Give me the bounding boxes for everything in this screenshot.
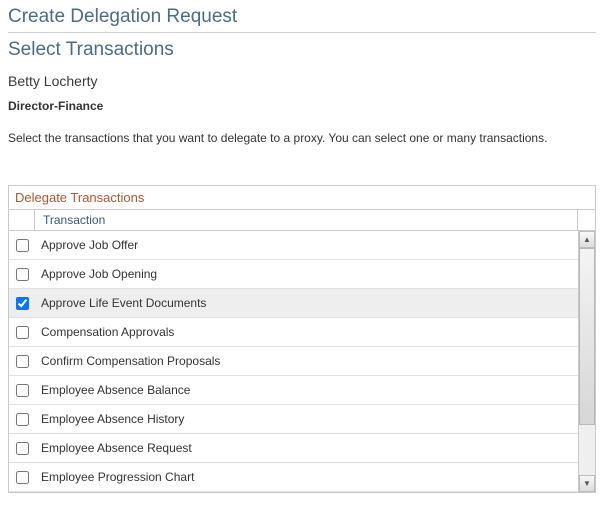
transaction-checkbox[interactable] (16, 355, 29, 368)
table-row: Approve Job Offer (9, 231, 578, 260)
table-row: Confirm Compensation Proposals (9, 347, 578, 376)
scrollbar[interactable]: ▲ ▼ (578, 231, 595, 492)
transaction-checkbox[interactable] (16, 239, 29, 252)
instructions-text: Select the transactions that you want to… (8, 131, 596, 145)
grid-header-checkbox-col (9, 210, 35, 230)
row-checkbox-cell (9, 268, 35, 281)
row-checkbox-cell (9, 355, 35, 368)
table-row: Compensation Approvals (9, 318, 578, 347)
transaction-checkbox[interactable] (16, 384, 29, 397)
table-row: Employee Progression Chart (9, 463, 578, 492)
row-checkbox-cell (9, 413, 35, 426)
grid-header-scroll-col (578, 210, 595, 230)
delegate-transactions-grid: Delegate Transactions Transaction Approv… (8, 185, 596, 493)
transaction-label: Approve Life Event Documents (35, 296, 578, 310)
page-title: Create Delegation Request (8, 6, 596, 28)
scroll-thumb[interactable] (579, 248, 595, 425)
table-row: Employee Absence Balance (9, 376, 578, 405)
transaction-label: Employee Absence Balance (35, 383, 578, 397)
divider (8, 32, 596, 33)
transaction-label: Confirm Compensation Proposals (35, 354, 578, 368)
user-name: Betty Locherty (8, 73, 596, 89)
row-checkbox-cell (9, 239, 35, 252)
row-checkbox-cell (9, 384, 35, 397)
transaction-label: Employee Absence Request (35, 441, 578, 455)
transaction-checkbox[interactable] (16, 413, 29, 426)
row-checkbox-cell (9, 326, 35, 339)
transaction-label: Approve Job Offer (35, 238, 578, 252)
scroll-up-button[interactable]: ▲ (579, 231, 595, 248)
transaction-checkbox[interactable] (16, 326, 29, 339)
transaction-checkbox[interactable] (16, 442, 29, 455)
table-row: Employee Absence History (9, 405, 578, 434)
transaction-label: Approve Job Opening (35, 267, 578, 281)
transaction-label: Compensation Approvals (35, 325, 578, 339)
user-role: Director-Finance (8, 99, 596, 113)
scroll-track[interactable] (579, 248, 595, 475)
transaction-checkbox[interactable] (16, 297, 29, 310)
transaction-checkbox[interactable] (16, 268, 29, 281)
grid-header-row: Transaction (9, 209, 595, 231)
row-checkbox-cell (9, 297, 35, 310)
row-checkbox-cell (9, 471, 35, 484)
transaction-checkbox[interactable] (16, 471, 29, 484)
page-subtitle: Select Transactions (8, 39, 596, 61)
row-checkbox-cell (9, 442, 35, 455)
grid-caption: Delegate Transactions (9, 186, 595, 209)
transaction-label: Employee Progression Chart (35, 470, 578, 484)
grid-header-transaction[interactable]: Transaction (35, 210, 578, 230)
table-row: Approve Life Event Documents (9, 289, 578, 318)
table-row: Approve Job Opening (9, 260, 578, 289)
scroll-down-button[interactable]: ▼ (579, 475, 595, 492)
table-row: Employee Absence Request (9, 434, 578, 463)
transaction-label: Employee Absence History (35, 412, 578, 426)
